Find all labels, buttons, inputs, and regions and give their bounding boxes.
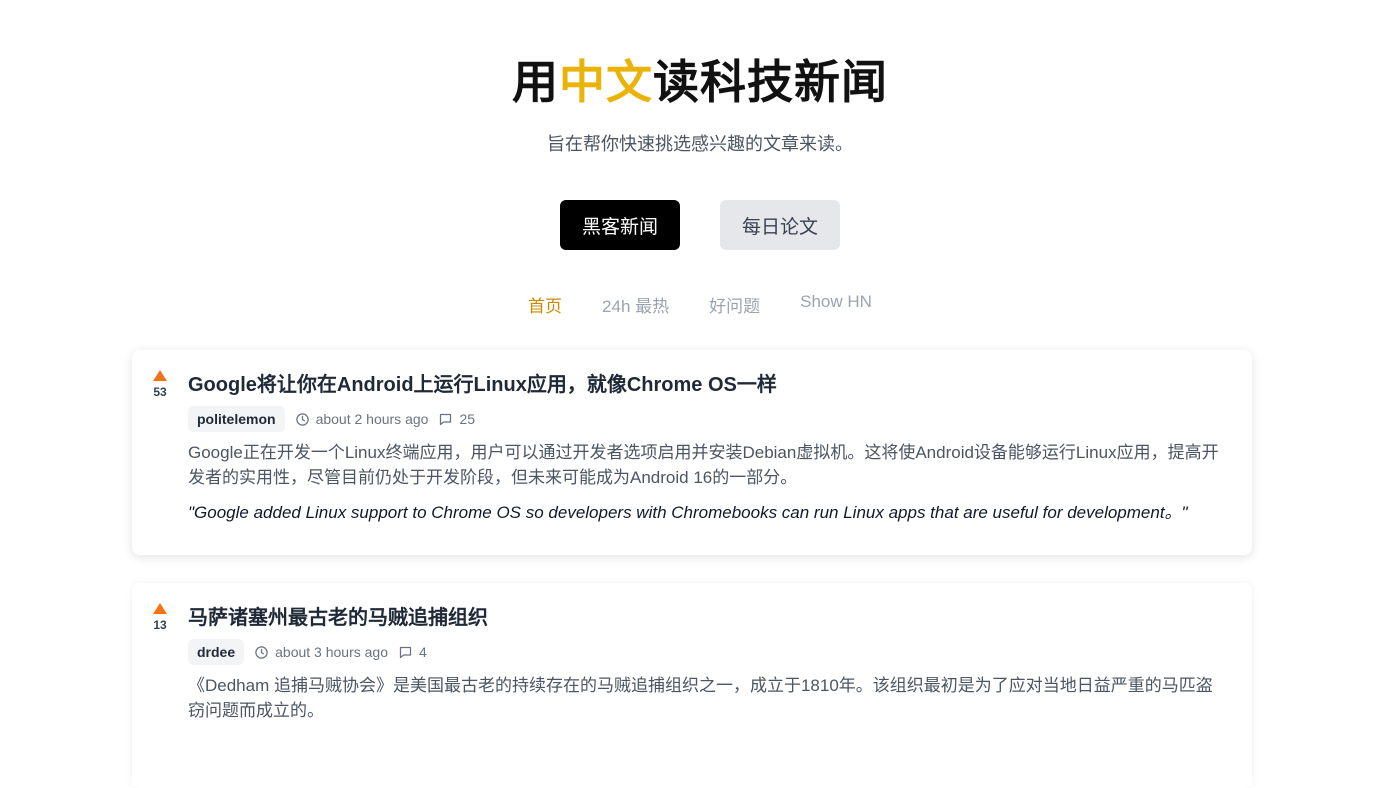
story-title[interactable]: 马萨诸塞州最古老的马贼追捕组织 bbox=[188, 605, 1222, 631]
upvote-arrow-icon[interactable] bbox=[153, 370, 167, 381]
vote-box: 13 bbox=[150, 603, 170, 632]
story-author[interactable]: politelemon bbox=[188, 406, 285, 432]
comment-icon bbox=[440, 413, 452, 425]
story-meta: drdee about 3 hours ago 4 bbox=[188, 639, 1222, 665]
story-comments[interactable]: 4 bbox=[398, 644, 427, 660]
story-title[interactable]: Google将让你在Android上运行Linux应用，就像Chrome OS一… bbox=[188, 372, 1222, 398]
story-time-text: about 2 hours ago bbox=[315, 411, 429, 427]
story-quote: "Google added Linux support to Chrome OS… bbox=[188, 503, 1188, 522]
story-score: 13 bbox=[153, 618, 167, 632]
nav-good-questions[interactable]: 好问题 bbox=[709, 292, 760, 317]
title-highlight: 中文 bbox=[559, 56, 653, 108]
page-subtitle: 旨在帮你快速挑选感兴趣的文章来读。 bbox=[547, 134, 853, 154]
vote-box: 53 bbox=[150, 370, 170, 399]
mode-tabs: 黑客新闻 每日论文 bbox=[0, 200, 1400, 250]
story-list: 53 Google将让你在Android上运行Linux应用，就像Chrome … bbox=[132, 350, 1252, 788]
story-comments-count: 25 bbox=[459, 411, 476, 427]
comment-icon bbox=[399, 646, 412, 658]
upvote-arrow-icon[interactable] bbox=[153, 603, 167, 614]
title-part-2: 读科技新闻 bbox=[653, 56, 888, 108]
story-author[interactable]: drdee bbox=[188, 639, 245, 665]
sub-nav: 首页 24h 最热 好问题 Show HN bbox=[0, 292, 1400, 317]
hero-header: 用中文读科技新闻 旨在帮你快速挑选感兴趣的文章来读。 黑客新闻 每日论文 首页 … bbox=[0, 0, 1400, 317]
page-title: 用中文读科技新闻 bbox=[0, 54, 1400, 110]
story-score: 53 bbox=[153, 385, 167, 399]
story-time: about 3 hours ago bbox=[254, 644, 388, 660]
title-part-1: 用 bbox=[512, 56, 559, 108]
story-summary: Google正在开发一个Linux终端应用，用户可以通过开发者选项启用并安装De… bbox=[188, 443, 1219, 487]
nav-show-hn[interactable]: Show HN bbox=[800, 292, 872, 317]
tab-hacker-news[interactable]: 黑客新闻 bbox=[560, 200, 680, 250]
tab-daily-papers[interactable]: 每日论文 bbox=[720, 200, 840, 250]
story-time: about 2 hours ago bbox=[295, 411, 429, 427]
story-card: 53 Google将让你在Android上运行Linux应用，就像Chrome … bbox=[132, 350, 1252, 555]
clock-icon bbox=[295, 412, 309, 426]
nav-home[interactable]: 首页 bbox=[528, 292, 562, 317]
nav-24h-hot[interactable]: 24h 最热 bbox=[602, 292, 669, 317]
story-meta: politelemon about 2 hours ago 25 bbox=[188, 406, 1222, 432]
story-comments-count: 4 bbox=[419, 644, 427, 660]
clock-icon bbox=[255, 645, 268, 659]
story-summary: 《Dedham 追捕马贼协会》是美国最古老的持续存在的马贼追捕组织之一，成立于1… bbox=[188, 676, 1213, 720]
story-card: 13 马萨诸塞州最古老的马贼追捕组织 drdee about 3 hours a… bbox=[132, 583, 1252, 788]
story-time-text: about 3 hours ago bbox=[275, 644, 388, 660]
story-comments[interactable]: 25 bbox=[438, 411, 475, 427]
